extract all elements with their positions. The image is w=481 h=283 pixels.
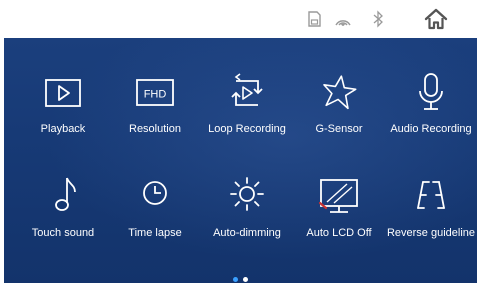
menu-item-g-sensor[interactable]: G-Sensor — [292, 73, 386, 173]
menu-item-label: Touch sound — [31, 227, 95, 239]
menu-item-label: Loop Recording — [208, 123, 286, 135]
bluetooth-icon — [373, 10, 383, 28]
menu-item-label: Auto LCD Off — [306, 227, 372, 239]
clock-icon — [143, 181, 167, 205]
menu-item-touch-sound[interactable]: Touch sound — [16, 175, 110, 275]
playback-icon — [45, 79, 81, 107]
page-dot-active[interactable] — [233, 277, 238, 282]
lcd-off-icon — [318, 179, 358, 213]
resolution-icon-text: FHD — [144, 89, 167, 101]
menu-item-label: Auto-dimming — [213, 227, 281, 239]
menu-item-time-lapse[interactable]: Time lapse — [108, 175, 202, 275]
menu-item-resolution[interactable]: FHD Resolution — [108, 73, 202, 173]
fhd-resolution-icon: FHD — [136, 79, 174, 106]
menu-item-auto-lcd-off[interactable]: Auto LCD Off — [292, 175, 386, 275]
page-indicator — [233, 277, 257, 283]
g-sensor-icon — [323, 75, 357, 110]
gps-signal-icon — [335, 20, 351, 26]
menu-item-playback[interactable]: Playback — [16, 73, 110, 173]
menu-item-label: G-Sensor — [315, 123, 363, 135]
settings-panel: Playback FHD Resolution Loop Recording G… — [4, 38, 477, 283]
menu-item-auto-dimming[interactable]: Auto-dimming — [200, 175, 294, 275]
menu-item-label: Resolution — [129, 123, 181, 135]
sd-card-icon — [308, 11, 321, 27]
reverse-guideline-icon — [417, 181, 445, 209]
loop-recording-icon — [231, 73, 263, 106]
page-dot[interactable] — [243, 277, 248, 282]
menu-item-audio-recording[interactable]: Audio Recording — [384, 73, 478, 173]
music-note-icon — [55, 177, 76, 211]
status-bar — [0, 0, 481, 38]
menu-item-label: Playback — [40, 123, 86, 135]
home-icon[interactable] — [424, 7, 448, 31]
menu-item-label: Time lapse — [128, 227, 182, 239]
menu-item-label: Reverse guideline — [386, 227, 476, 239]
menu-item-reverse-guideline[interactable]: Reverse guideline — [384, 175, 478, 275]
brightness-icon — [230, 177, 264, 211]
microphone-icon — [419, 73, 443, 110]
dashcam-menu-screen: Playback FHD Resolution Loop Recording G… — [0, 0, 481, 283]
menu-item-loop-recording[interactable]: Loop Recording — [200, 73, 294, 173]
menu-item-label: Audio Recording — [390, 123, 472, 135]
